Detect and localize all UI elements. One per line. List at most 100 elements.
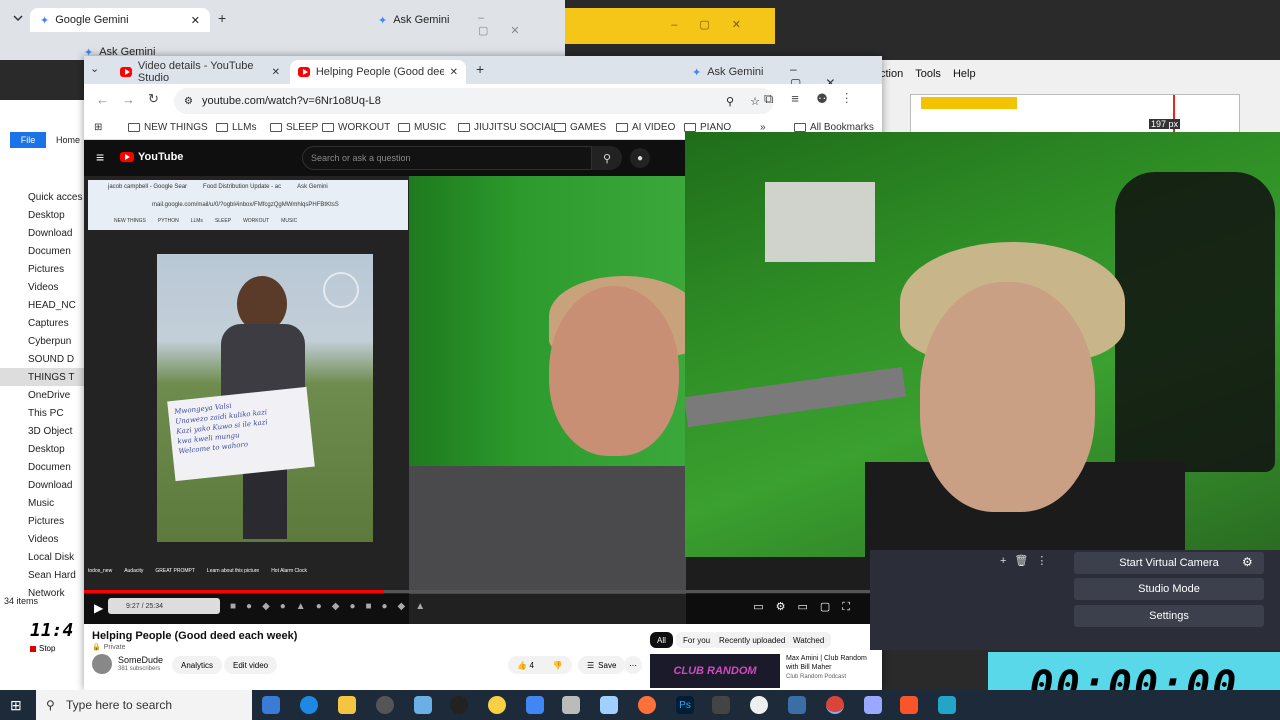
app-icon[interactable] bbox=[750, 696, 768, 714]
nav-item[interactable]: Pictures bbox=[0, 260, 90, 278]
bookmark-star-icon[interactable]: ☆ bbox=[750, 95, 760, 108]
avatar[interactable] bbox=[92, 654, 112, 674]
bookmark-folder[interactable]: AI VIDEO bbox=[616, 122, 675, 133]
nav-item[interactable]: Videos bbox=[0, 278, 90, 296]
player-settings-icons[interactable]: ▭⚙▭▢⛶ bbox=[753, 600, 862, 614]
nav-item[interactable]: Pictures bbox=[0, 512, 90, 530]
nav-item[interactable]: Documen bbox=[0, 242, 90, 260]
nav-item[interactable]: Music bbox=[0, 494, 90, 512]
davinci-icon[interactable] bbox=[712, 696, 730, 714]
like-button[interactable]: 👍 4 bbox=[517, 661, 534, 670]
firefox-icon[interactable] bbox=[638, 696, 656, 714]
search-icon[interactable]: ⚲ bbox=[592, 146, 622, 170]
nav-item[interactable]: Documen bbox=[0, 458, 90, 476]
studio-mode-button[interactable]: Studio Mode bbox=[1074, 578, 1264, 600]
app-icon[interactable] bbox=[600, 696, 618, 714]
youtube-logo[interactable]: YouTube bbox=[120, 151, 183, 163]
nav-item[interactable]: SOUND D bbox=[0, 350, 90, 368]
bg-tab-google-gemini[interactable]: ✦ Google Gemini ✕ bbox=[30, 8, 210, 32]
analytics-button[interactable]: Analytics bbox=[172, 656, 223, 674]
bookmark-folder[interactable]: WORKOUT bbox=[322, 122, 390, 133]
menu-item[interactable]: ction bbox=[880, 68, 903, 80]
play-icon[interactable]: ▶ bbox=[94, 601, 103, 615]
window-controls[interactable]: –▢✕ bbox=[671, 18, 763, 31]
back-icon[interactable]: ← bbox=[96, 92, 109, 107]
stop-button[interactable]: Stop bbox=[30, 644, 55, 653]
scene-toolbar-icons[interactable]: +🗑⋮ bbox=[1000, 554, 1055, 567]
menu-item[interactable]: Tools bbox=[915, 68, 941, 80]
notepad-icon[interactable] bbox=[414, 696, 432, 714]
docs-icon[interactable] bbox=[526, 696, 544, 714]
close-icon[interactable]: ✕ bbox=[272, 67, 280, 78]
nav-item[interactable]: Desktop bbox=[0, 440, 90, 458]
bookmark-folder[interactable]: NEW THINGS bbox=[128, 122, 208, 133]
nav-item[interactable]: Cyberpun bbox=[0, 332, 90, 350]
forward-icon[interactable]: → bbox=[122, 92, 135, 107]
ask-gemini-button[interactable]: ✦ Ask Gemini bbox=[684, 60, 771, 84]
site-info-icon[interactable]: ⚙ bbox=[184, 96, 193, 107]
nav-item[interactable]: Download bbox=[0, 476, 90, 494]
tab-search-icon[interactable]: ⌄ bbox=[90, 62, 99, 75]
taskbar-search-input[interactable]: ⚲ Type here to search bbox=[36, 690, 252, 720]
app-icon[interactable] bbox=[788, 696, 806, 714]
recommended-thumbnail[interactable]: CLUB RANDOM bbox=[650, 654, 780, 688]
chatgpt-icon[interactable] bbox=[450, 696, 468, 714]
chip-all[interactable]: All bbox=[650, 632, 673, 648]
settings-app-icon[interactable] bbox=[562, 696, 580, 714]
window-controls[interactable]: –▢✕ bbox=[478, 12, 565, 37]
gear-icon[interactable]: ⚙ bbox=[1242, 555, 1253, 569]
file-explorer-icon[interactable] bbox=[338, 696, 356, 714]
new-tab-icon[interactable]: + bbox=[476, 61, 484, 77]
windows-start-icon[interactable]: ⊞ bbox=[10, 697, 22, 714]
bookmark-folder[interactable]: JIUJITSU SOCIAL bbox=[458, 122, 556, 133]
new-tab-icon[interactable]: + bbox=[218, 10, 226, 26]
microphone-icon[interactable]: ● bbox=[630, 148, 650, 168]
channel-name[interactable]: SomeDude bbox=[118, 655, 163, 665]
youtube-search-input[interactable]: Search or ask a question bbox=[302, 146, 592, 170]
menu-item[interactable]: Help bbox=[953, 68, 976, 80]
close-icon[interactable]: ✕ bbox=[191, 14, 200, 27]
bookmark-folder[interactable]: MUSIC bbox=[398, 122, 446, 133]
tab-helping-people[interactable]: Helping People (Good deed ea ✕ bbox=[290, 60, 466, 84]
settings-button[interactable]: Settings bbox=[1074, 605, 1264, 627]
nav-item[interactable]: HEAD_NC bbox=[0, 296, 90, 314]
chevron-down-icon[interactable] bbox=[8, 8, 28, 28]
extension-icons[interactable]: ⧉≡⚉⋮ bbox=[764, 91, 866, 107]
home-menu[interactable]: Home bbox=[56, 135, 80, 145]
menu-icon[interactable]: ≡ bbox=[96, 149, 104, 165]
nav-item[interactable]: Sean Hard bbox=[0, 566, 90, 584]
chip-for-you[interactable]: For you bbox=[676, 632, 718, 648]
video-progress-bar[interactable] bbox=[84, 590, 882, 593]
nav-item[interactable]: Videos bbox=[0, 530, 90, 548]
obs-icon[interactable] bbox=[376, 696, 394, 714]
nav-item[interactable]: 3D Object bbox=[0, 422, 90, 440]
nav-item[interactable]: Quick acces bbox=[0, 188, 90, 206]
zoom-icon[interactable]: ⚲ bbox=[726, 95, 734, 108]
task-view-icon[interactable] bbox=[262, 696, 280, 714]
bookmark-folder[interactable]: LLMs bbox=[216, 122, 256, 133]
chip-recently-uploaded[interactable]: Recently uploaded bbox=[712, 632, 793, 648]
edge-icon[interactable] bbox=[300, 696, 318, 714]
apps-icon[interactable]: ⊞ bbox=[94, 122, 102, 133]
recommended-title[interactable]: Max Amini | Club Random with Bill Maher bbox=[786, 654, 870, 672]
lightbulb-icon[interactable] bbox=[488, 696, 506, 714]
nav-item[interactable]: Local Disk bbox=[0, 548, 90, 566]
file-menu[interactable]: File bbox=[10, 132, 46, 148]
chrome-icon[interactable] bbox=[826, 696, 844, 714]
bookmark-folder[interactable]: GAMES bbox=[554, 122, 606, 133]
more-icon[interactable]: ⋯ bbox=[624, 656, 642, 674]
edit-video-button[interactable]: Edit video bbox=[224, 656, 278, 674]
nav-item[interactable]: Desktop bbox=[0, 206, 90, 224]
photoshop-icon[interactable]: Ps bbox=[676, 696, 694, 714]
bookmark-folder[interactable]: SLEEP bbox=[270, 122, 318, 133]
app-icon[interactable] bbox=[864, 696, 882, 714]
save-button[interactable]: ☰ Save bbox=[578, 656, 626, 674]
nav-item[interactable]: This PC bbox=[0, 404, 90, 422]
close-icon[interactable]: ✕ bbox=[450, 67, 458, 78]
brave-icon[interactable] bbox=[900, 696, 918, 714]
start-virtual-camera-button[interactable]: Start Virtual Camera bbox=[1074, 552, 1264, 574]
tab-youtube-studio[interactable]: Video details - YouTube Studio ✕ bbox=[112, 60, 288, 84]
nav-item-selected[interactable]: THINGS T bbox=[0, 368, 90, 386]
nav-item[interactable]: Download bbox=[0, 224, 90, 242]
url-bar[interactable]: ⚙ youtube.com/watch?v=6Nr1o8Uq-L8 ⚲ ☆ bbox=[174, 88, 774, 114]
